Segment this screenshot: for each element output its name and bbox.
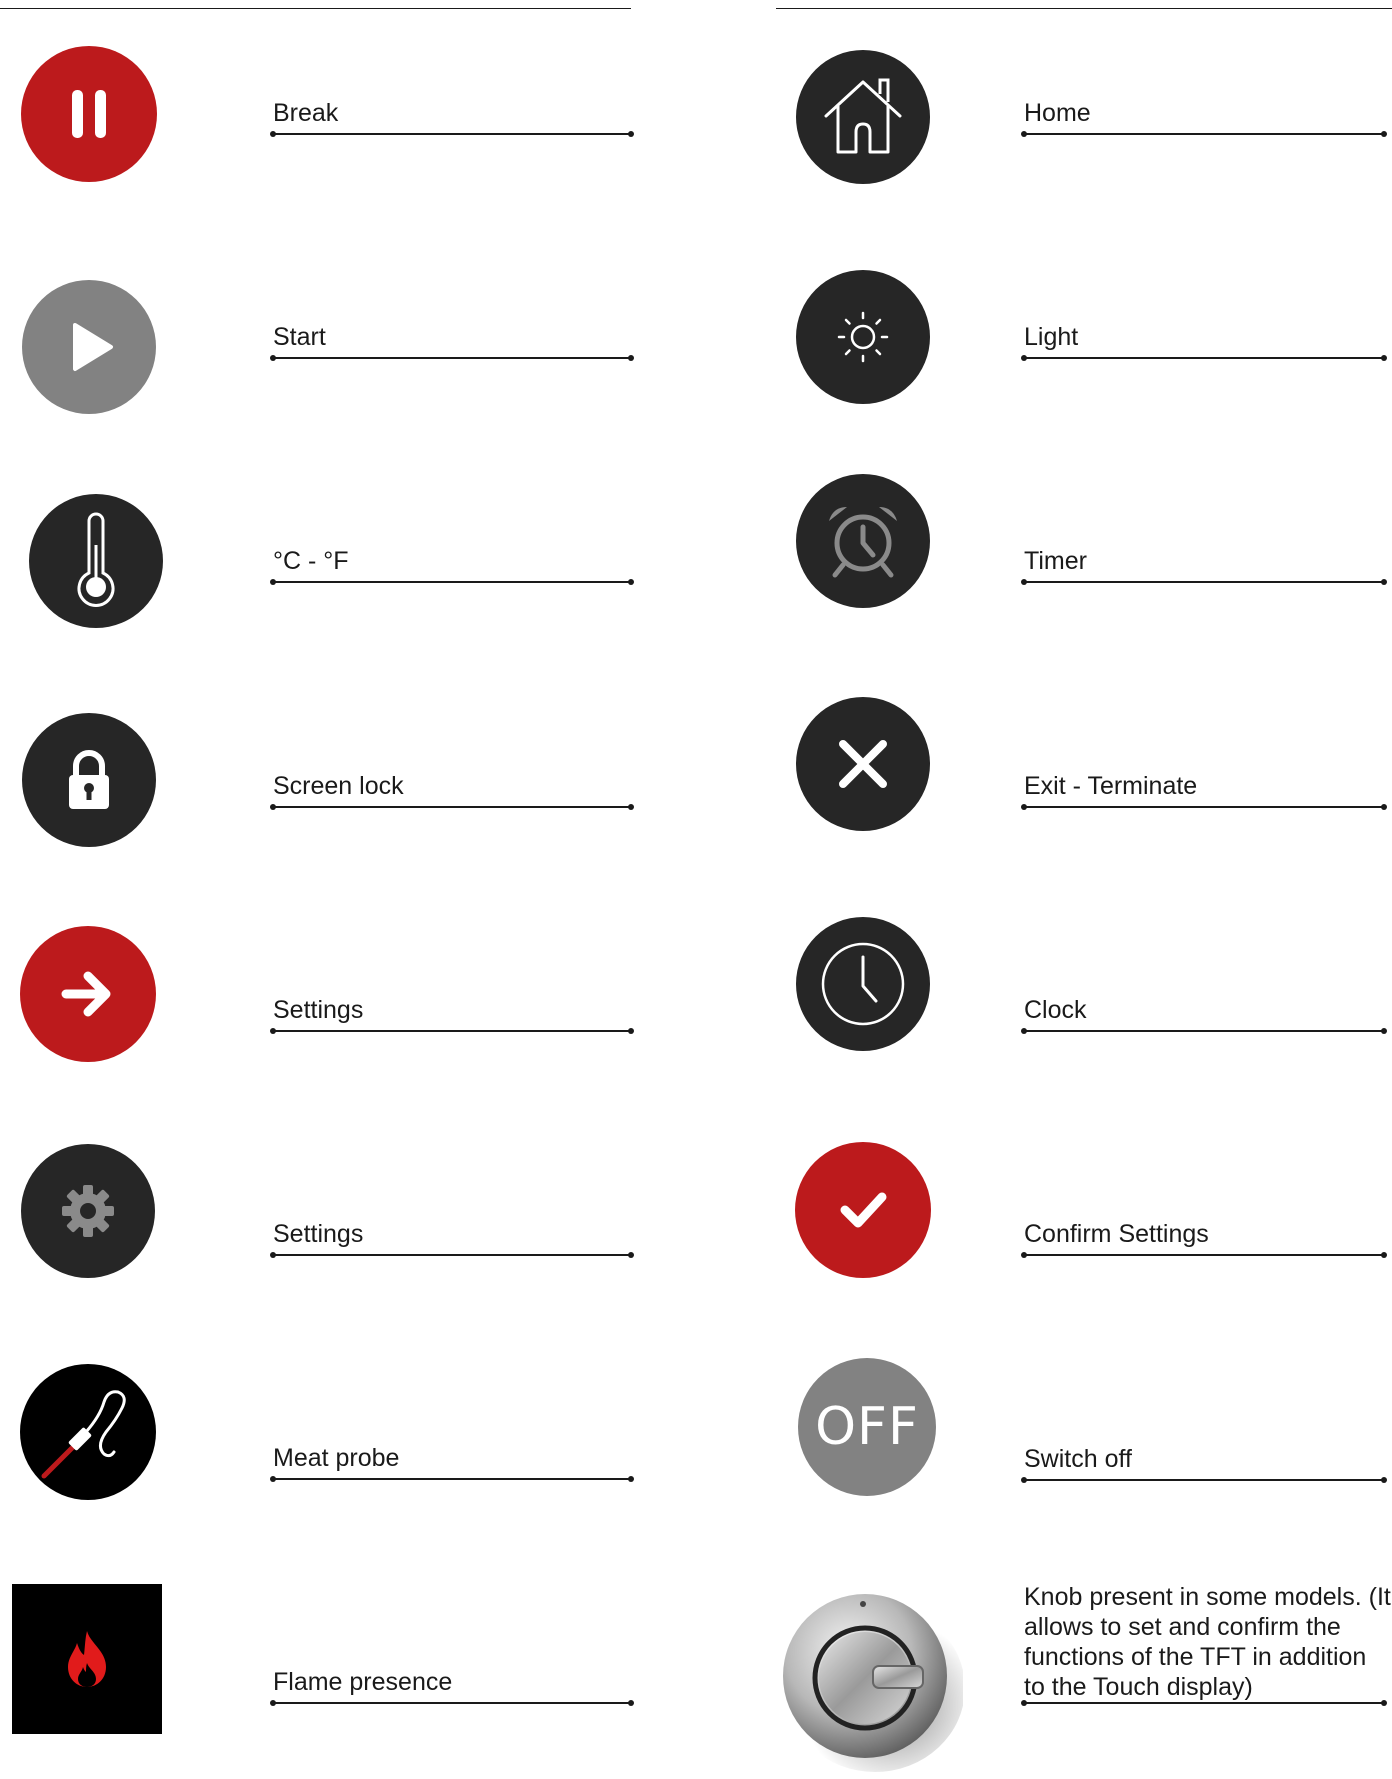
gear-icon[interactable] [21, 1144, 155, 1278]
knob-underline [1021, 1700, 1387, 1706]
light-underline [1021, 355, 1387, 361]
knob-icon [773, 1584, 965, 1774]
home-icon[interactable] [796, 50, 930, 184]
settings-gear-label: Settings [273, 1220, 364, 1248]
flame-presence-underline [270, 1700, 634, 1706]
start-label: Start [273, 323, 326, 351]
home-label: Home [1024, 99, 1091, 127]
close-icon[interactable] [796, 697, 930, 831]
exit-underline [1021, 804, 1387, 810]
light-label: Light [1024, 323, 1079, 351]
start-underline [270, 355, 634, 361]
settings-gear-underline [270, 1252, 634, 1258]
checkmark-icon[interactable] [795, 1142, 931, 1278]
top-rule-left [0, 8, 631, 9]
switch-off-underline [1021, 1477, 1387, 1483]
timer-label: Timer [1024, 547, 1087, 575]
flame-presence-label: Flame presence [273, 1668, 453, 1696]
confirm-settings-label: Confirm Settings [1024, 1220, 1209, 1248]
alarm-clock-icon[interactable] [796, 474, 930, 608]
meat-probe-icon[interactable] [20, 1364, 156, 1500]
lock-icon[interactable] [22, 713, 156, 847]
clock-icon[interactable] [796, 917, 930, 1051]
unit-toggle-underline [270, 579, 634, 585]
knob-label: Knob present in some models. (It allows … [1024, 1583, 1391, 1701]
break-label: Break [273, 99, 339, 127]
clock-label: Clock [1024, 996, 1087, 1024]
timer-underline [1021, 579, 1387, 585]
off-icon-text: OFF [815, 1397, 919, 1457]
play-icon[interactable] [22, 280, 156, 414]
flame-icon [12, 1584, 162, 1734]
home-underline [1021, 131, 1387, 137]
screen-lock-underline [270, 804, 634, 810]
break-underline [270, 131, 634, 137]
top-rule-right [776, 8, 1392, 9]
thermometer-icon[interactable] [29, 494, 163, 628]
meat-probe-underline [270, 1476, 634, 1482]
off-icon[interactable]: OFF [798, 1358, 936, 1496]
pause-icon[interactable] [21, 46, 157, 182]
unit-toggle-label: °C - °F [273, 547, 349, 575]
switch-off-label: Switch off [1024, 1445, 1132, 1473]
sun-icon[interactable] [796, 270, 930, 404]
arrow-right-icon[interactable] [20, 926, 156, 1062]
screen-lock-label: Screen lock [273, 772, 404, 800]
settings-arrow-underline [270, 1028, 634, 1034]
exit-label: Exit - Terminate [1024, 772, 1198, 800]
confirm-settings-underline [1021, 1252, 1387, 1258]
clock-underline [1021, 1028, 1387, 1034]
meat-probe-label: Meat probe [273, 1444, 400, 1472]
settings-arrow-label: Settings [273, 996, 364, 1024]
